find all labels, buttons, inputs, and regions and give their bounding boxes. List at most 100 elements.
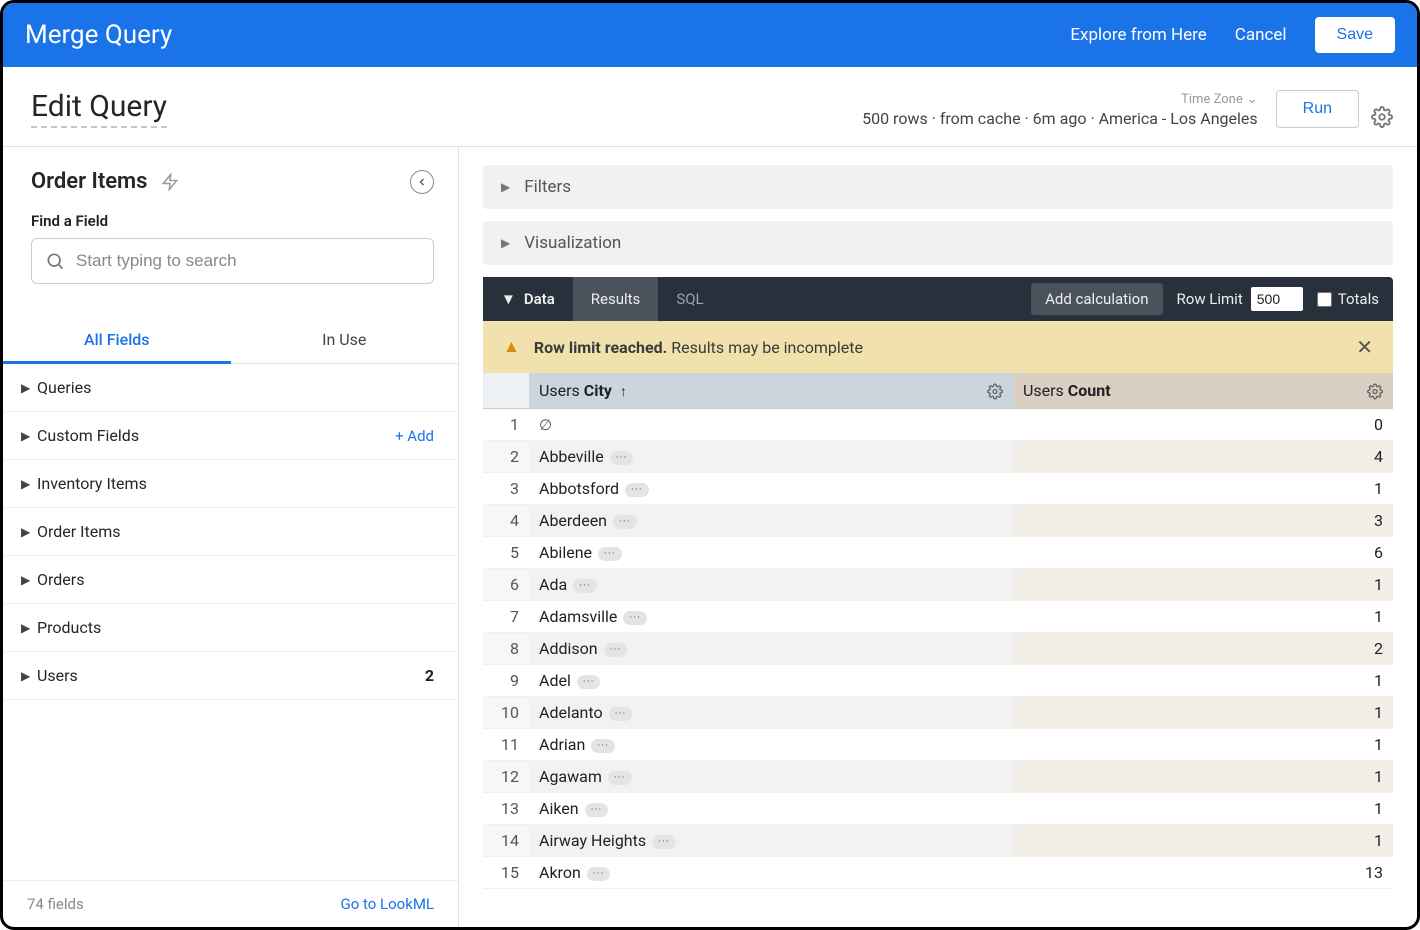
totals-toggle[interactable]: Totals <box>1317 290 1379 308</box>
cell-count[interactable]: 1 <box>1013 569 1393 601</box>
cell-city-wrap[interactable]: Ada··· <box>529 569 1013 601</box>
cell-count[interactable]: 2 <box>1013 633 1393 665</box>
drill-pill-icon[interactable]: ··· <box>598 547 622 561</box>
filters-section[interactable]: ▶ Filters <box>483 165 1393 209</box>
table-row: 9 Adel··· 1 <box>483 665 1393 697</box>
data-tab[interactable]: ▼ Data <box>483 277 573 321</box>
collapse-sidebar-button[interactable] <box>410 170 434 194</box>
cell-count[interactable]: 1 <box>1013 473 1393 505</box>
run-button[interactable]: Run <box>1276 90 1359 128</box>
cell-city-wrap[interactable]: Adelanto··· <box>529 697 1013 729</box>
timezone-label: Time Zone <box>1181 92 1243 107</box>
cell-count[interactable]: 1 <box>1013 761 1393 793</box>
table-row: 8 Addison··· 2 <box>483 633 1393 665</box>
cell-city-wrap[interactable]: Adamsville··· <box>529 601 1013 633</box>
cell-city-wrap[interactable]: Abbeville··· <box>529 441 1013 473</box>
add-custom-field-link[interactable]: + Add <box>395 427 434 445</box>
drill-pill-icon[interactable]: ··· <box>609 707 633 721</box>
field-group-order-items[interactable]: ▶ Order Items <box>3 508 458 556</box>
cell-city-wrap[interactable]: Adel ··· <box>529 665 1013 697</box>
cell-city-wrap[interactable]: Aberdeen··· <box>529 505 1013 537</box>
cell-city: Adel <box>539 671 571 690</box>
row-number: 12 <box>483 761 529 793</box>
cell-city-wrap[interactable]: Agawam ··· <box>529 761 1013 793</box>
row-number: 3 <box>483 473 529 505</box>
edit-query-title[interactable]: Edit Query <box>31 89 167 128</box>
cell-city: Agawam <box>539 767 602 786</box>
settings-gear-icon[interactable] <box>1371 106 1393 128</box>
cell-count[interactable]: 1 <box>1013 601 1393 633</box>
cell-city-wrap[interactable]: Aiken··· <box>529 793 1013 825</box>
field-group-users[interactable]: ▶ Users 2 <box>3 652 458 700</box>
table-row: 5 Abilene··· 6 <box>483 537 1393 569</box>
results-tab[interactable]: Results <box>573 277 659 321</box>
drill-pill-icon[interactable]: ··· <box>610 451 634 465</box>
totals-checkbox[interactable] <box>1317 292 1332 307</box>
save-button[interactable]: Save <box>1315 17 1395 53</box>
cell-city-wrap[interactable]: Airway Heights··· <box>529 825 1013 857</box>
cell-city-wrap[interactable]: Adrian··· <box>529 729 1013 761</box>
cell-city-wrap[interactable]: ∅ <box>529 409 1013 441</box>
go-to-lookml-link[interactable]: Go to LookML <box>341 895 435 913</box>
drill-pill-icon[interactable]: ··· <box>587 867 611 881</box>
drill-pill-icon[interactable]: ··· <box>613 515 637 529</box>
drill-pill-icon[interactable]: ··· <box>608 771 632 785</box>
row-number: 8 <box>483 633 529 665</box>
visualization-section[interactable]: ▶ Visualization <box>483 221 1393 265</box>
row-number: 4 <box>483 505 529 537</box>
caret-down-icon: ▼ <box>501 290 516 308</box>
field-group-label: Queries <box>37 378 434 397</box>
add-calculation-button[interactable]: Add calculation <box>1031 283 1162 315</box>
row-number: 15 <box>483 857 529 889</box>
tab-all-fields[interactable]: All Fields <box>3 318 231 364</box>
column-gear-icon[interactable] <box>1367 381 1383 400</box>
cell-count[interactable]: 1 <box>1013 729 1393 761</box>
row-limit-input[interactable] <box>1251 287 1303 311</box>
cell-city-wrap[interactable]: Akron··· <box>529 857 1013 889</box>
drill-pill-icon[interactable]: ··· <box>585 803 609 817</box>
row-limit-warning: ▲ Row limit reached. Results may be inco… <box>483 321 1393 373</box>
cell-city-wrap[interactable]: Abilene··· <box>529 537 1013 569</box>
bolt-icon[interactable] <box>161 173 179 191</box>
cell-count[interactable]: 1 <box>1013 825 1393 857</box>
drill-pill-icon[interactable]: ··· <box>573 579 597 593</box>
cell-city-wrap[interactable]: Abbotsford··· <box>529 473 1013 505</box>
drill-pill-icon[interactable]: ··· <box>625 483 649 497</box>
timezone-selector[interactable]: Time Zone ⌄ <box>1181 92 1258 107</box>
table-row: 3 Abbotsford··· 1 <box>483 473 1393 505</box>
close-warning-icon[interactable]: ✕ <box>1356 335 1373 359</box>
cell-city-wrap[interactable]: Addison··· <box>529 633 1013 665</box>
field-group-products[interactable]: ▶ Products <box>3 604 458 652</box>
field-group-orders[interactable]: ▶ Orders <box>3 556 458 604</box>
drill-pill-icon[interactable]: ··· <box>591 739 615 753</box>
drill-pill-icon[interactable]: ··· <box>577 675 601 689</box>
column-header-count[interactable]: Users Count <box>1013 373 1393 409</box>
drill-pill-icon[interactable]: ··· <box>652 835 676 849</box>
cell-count[interactable]: 1 <box>1013 665 1393 697</box>
drill-pill-icon[interactable]: ··· <box>604 643 628 657</box>
cell-count[interactable]: 6 <box>1013 537 1393 569</box>
sort-ascending-icon: ↑ <box>620 384 627 400</box>
explore-from-here-link[interactable]: Explore from Here <box>1070 25 1206 45</box>
field-group-queries[interactable]: ▶ Queries <box>3 364 458 412</box>
field-group-custom-fields[interactable]: ▶ Custom Fields + Add <box>3 412 458 460</box>
column-gear-icon[interactable] <box>987 381 1003 400</box>
cell-count[interactable]: 1 <box>1013 793 1393 825</box>
table-row: 4 Aberdeen··· 3 <box>483 505 1393 537</box>
drill-pill-icon[interactable]: ··· <box>623 611 647 625</box>
cell-count[interactable]: 13 <box>1013 857 1393 889</box>
cell-count[interactable]: 1 <box>1013 697 1393 729</box>
cancel-link[interactable]: Cancel <box>1235 25 1287 45</box>
tab-in-use[interactable]: In Use <box>231 318 459 364</box>
column-header-city[interactable]: Users City ↑ <box>529 373 1013 409</box>
cell-count[interactable]: 0 <box>1013 409 1393 441</box>
field-search-input[interactable] <box>31 238 434 284</box>
field-group-inventory-items[interactable]: ▶ Inventory Items <box>3 460 458 508</box>
page-title: Merge Query <box>25 20 172 50</box>
cell-count[interactable]: 4 <box>1013 441 1393 473</box>
cell-count[interactable]: 3 <box>1013 505 1393 537</box>
caret-right-icon: ▶ <box>21 573 37 587</box>
row-number: 5 <box>483 537 529 569</box>
row-number: 6 <box>483 569 529 601</box>
sql-tab[interactable]: SQL <box>658 277 721 321</box>
